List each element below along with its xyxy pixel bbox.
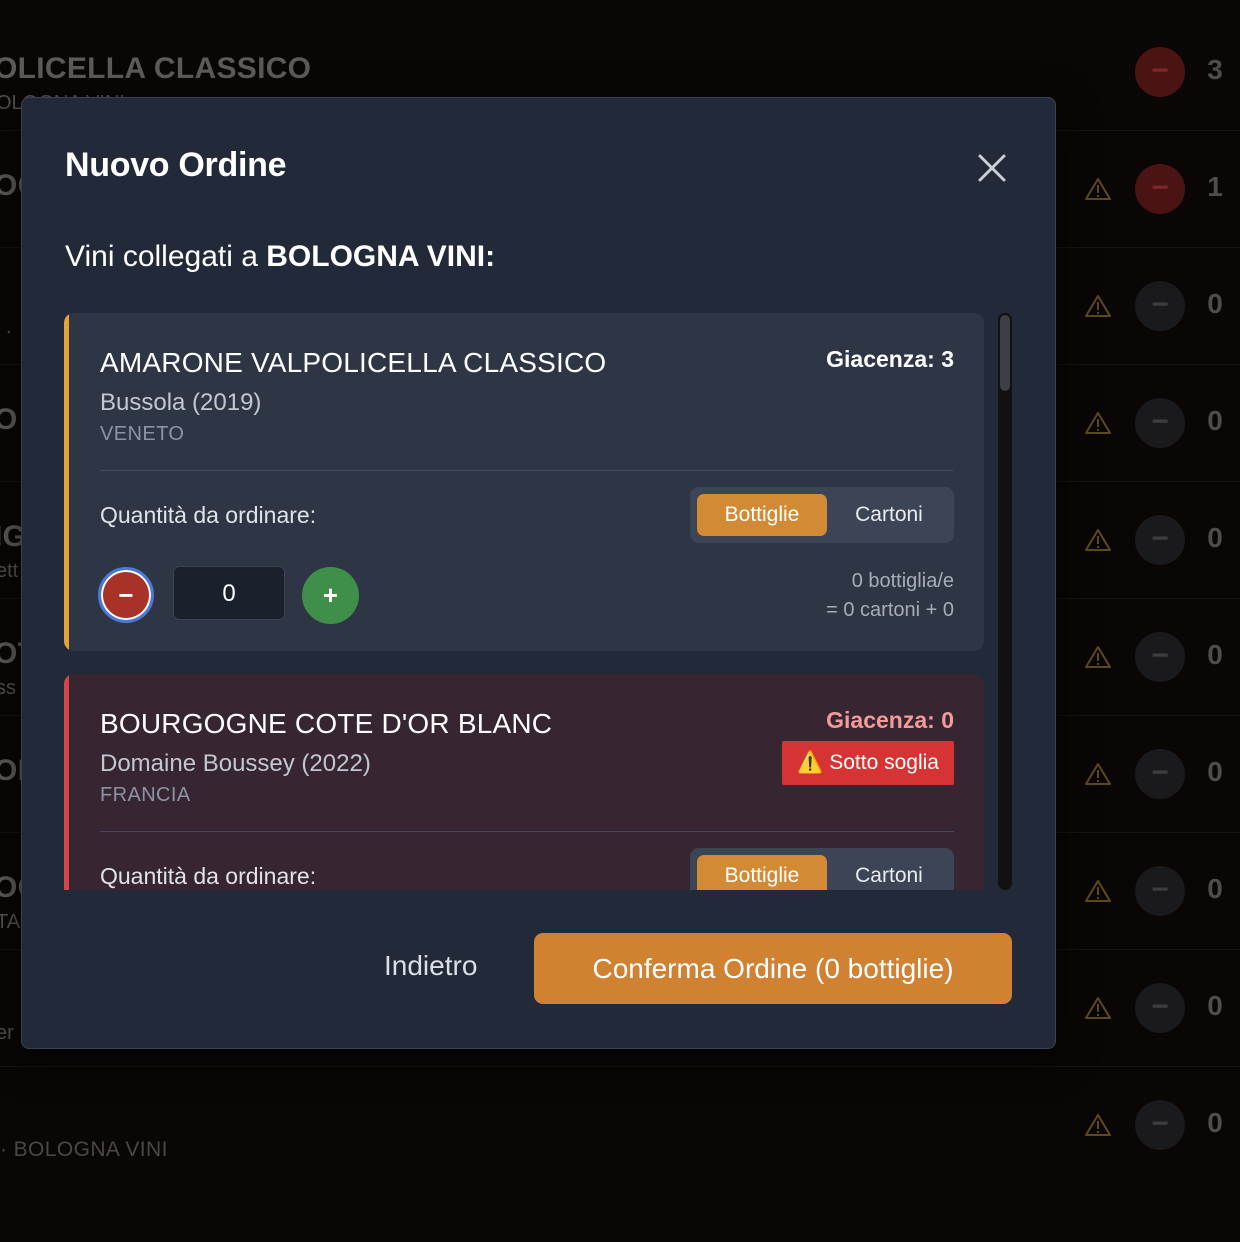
bg-decrement-button[interactable]: −: [1135, 515, 1185, 565]
below-threshold-badge: ⚠️ Sotto soglia: [782, 741, 954, 785]
close-icon: [978, 154, 1006, 182]
card-accent: [64, 313, 69, 651]
close-button[interactable]: [974, 150, 1010, 186]
unit-toggle: Bottiglie Cartoni: [690, 848, 954, 890]
decrement-button[interactable]: −: [98, 567, 154, 623]
warning-icon: [1085, 294, 1111, 318]
bg-decrement-button[interactable]: −: [1135, 983, 1185, 1033]
bg-row-subtitle: ett: [0, 560, 19, 582]
bg-decrement-button[interactable]: −: [1135, 1100, 1185, 1150]
bg-row-subtitle: .: [6, 316, 12, 338]
unit-cartons-option[interactable]: Cartoni: [831, 855, 947, 890]
summary-cartons: = 0 cartoni + 0: [826, 599, 954, 621]
quantity-label: Quantità da ordinare:: [100, 502, 317, 528]
bg-decrement-button[interactable]: −: [1135, 281, 1185, 331]
wine-producer: Domaine Boussey (2022): [100, 750, 371, 777]
bg-row-subtitle: ss: [0, 677, 16, 699]
quantity-input[interactable]: 0: [173, 566, 285, 620]
summary-bottles: 0 bottiglia/e: [851, 570, 954, 592]
bg-row-subtitle: er: [0, 1022, 14, 1044]
warning-icon: [1085, 879, 1111, 903]
scrollbar-thumb[interactable]: [1000, 315, 1010, 391]
card-accent: [64, 674, 69, 890]
bg-row-count: 0: [1207, 1107, 1223, 1138]
quantity-summary: 0 bottiglia/e = 0 cartoni + 0: [826, 567, 954, 625]
wine-list[interactable]: AMARONE VALPOLICELLA CLASSICO Bussola (2…: [64, 313, 986, 890]
bg-row-title: O: [0, 403, 18, 436]
confirm-order-button[interactable]: Conferma Ordine (0 bottiglie): [534, 933, 1012, 1004]
unit-cartons-option[interactable]: Cartoni: [831, 494, 947, 536]
supplier-name: BOLOGNA VINI: [266, 240, 486, 273]
bg-row-count: 0: [1207, 756, 1223, 787]
warning-icon: [1085, 762, 1111, 786]
scrollbar[interactable]: [998, 313, 1012, 890]
modal-title: Nuovo Ordine: [65, 146, 287, 184]
bg-row-count: 0: [1207, 990, 1223, 1021]
warning-icon: [1085, 177, 1111, 201]
stock-level: Giacenza: 0: [826, 707, 954, 733]
wine-name: AMARONE VALPOLICELLA CLASSICO: [100, 347, 607, 378]
heading-suffix: :: [485, 240, 496, 273]
card-divider: [100, 470, 954, 471]
unit-bottles-option[interactable]: Bottiglie: [697, 855, 827, 890]
bg-supplier-label: · BOLOGNA VINI: [0, 1138, 168, 1161]
bg-row-count: 0: [1207, 405, 1223, 436]
card-divider: [100, 831, 954, 832]
wine-name: BOURGOGNE COTE D'OR BLANC: [100, 708, 553, 739]
bg-row-count: 0: [1207, 522, 1223, 553]
bg-decrement-button[interactable]: −: [1135, 632, 1185, 682]
back-button[interactable]: Indietro: [384, 950, 477, 982]
linked-wines-heading: Vini collegati a BOLOGNA VINI:: [65, 240, 495, 274]
stock-level: Giacenza: 3: [826, 346, 954, 372]
warning-icon: [1085, 1113, 1111, 1137]
bg-row-count: 0: [1207, 639, 1223, 670]
wine-card: BOURGOGNE COTE D'OR BLANC Domaine Bousse…: [64, 674, 984, 890]
wine-region: FRANCIA: [100, 784, 191, 806]
increment-button[interactable]: +: [302, 567, 359, 624]
heading-prefix: Vini collegati a: [65, 240, 267, 273]
bg-row-title: OLICELLA CLASSICO: [0, 52, 312, 85]
bg-row: − 0: [0, 1100, 1240, 1242]
bg-decrement-button[interactable]: −: [1135, 866, 1185, 916]
bg-row-count: 0: [1207, 288, 1223, 319]
bg-row-count: 3: [1207, 54, 1223, 85]
bg-decrement-button[interactable]: −: [1135, 749, 1185, 799]
bg-row-count: 1: [1207, 171, 1223, 202]
new-order-modal: Nuovo Ordine Vini collegati a BOLOGNA VI…: [21, 97, 1056, 1049]
warning-icon: [1085, 411, 1111, 435]
warning-icon: [1085, 645, 1111, 669]
bg-decrement-button[interactable]: −: [1135, 164, 1185, 214]
bg-divider: [0, 1066, 1240, 1067]
warning-icon: [1085, 996, 1111, 1020]
unit-bottles-option[interactable]: Bottiglie: [697, 494, 827, 536]
warning-icon: [1085, 528, 1111, 552]
bg-decrement-button[interactable]: −: [1135, 398, 1185, 448]
bg-decrement-button[interactable]: −: [1135, 47, 1185, 97]
quantity-label: Quantità da ordinare:: [100, 863, 317, 889]
bg-row-count: 0: [1207, 873, 1223, 904]
unit-toggle: Bottiglie Cartoni: [690, 487, 954, 543]
wine-producer: Bussola (2019): [100, 389, 262, 416]
wine-region: VENETO: [100, 423, 185, 445]
wine-card: AMARONE VALPOLICELLA CLASSICO Bussola (2…: [64, 313, 984, 651]
bg-row-subtitle: TA: [0, 911, 21, 933]
